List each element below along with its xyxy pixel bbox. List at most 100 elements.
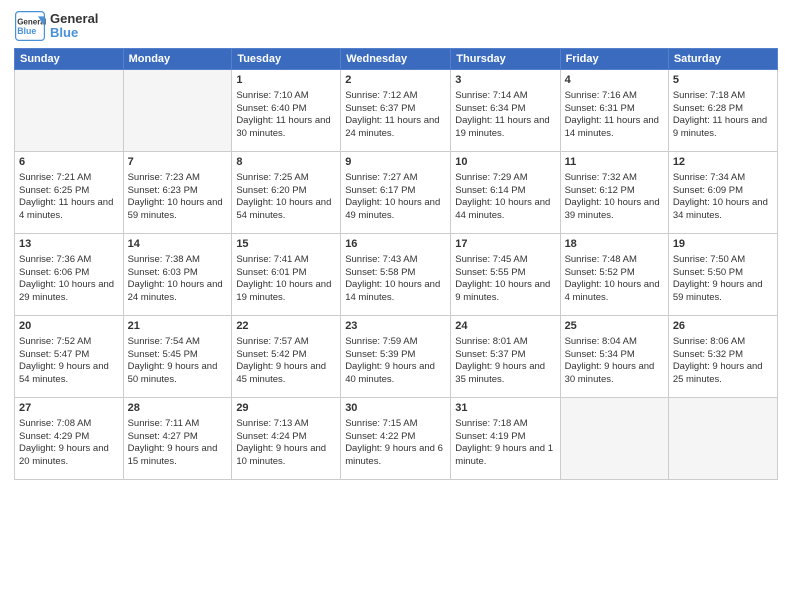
day-cell	[560, 398, 668, 480]
day-number: 26	[673, 319, 773, 334]
day-cell: 6Sunrise: 7:21 AMSunset: 6:25 PMDaylight…	[15, 152, 124, 234]
cell-text: Sunrise: 7:10 AM	[236, 90, 336, 103]
cell-text: Daylight: 11 hours and 9 minutes.	[673, 115, 773, 141]
cell-text: Sunset: 5:39 PM	[345, 349, 446, 362]
cell-text: Sunset: 6:28 PM	[673, 103, 773, 116]
day-cell: 11Sunrise: 7:32 AMSunset: 6:12 PMDayligh…	[560, 152, 668, 234]
cell-text: Daylight: 9 hours and 45 minutes.	[236, 361, 336, 387]
weekday-header-friday: Friday	[560, 49, 668, 70]
day-number: 25	[565, 319, 664, 334]
cell-text: Sunrise: 7:45 AM	[455, 254, 555, 267]
cell-text: Sunrise: 7:25 AM	[236, 172, 336, 185]
cell-text: Sunset: 5:50 PM	[673, 267, 773, 280]
cell-text: Sunrise: 7:18 AM	[673, 90, 773, 103]
day-cell: 13Sunrise: 7:36 AMSunset: 6:06 PMDayligh…	[15, 234, 124, 316]
day-cell: 2Sunrise: 7:12 AMSunset: 6:37 PMDaylight…	[341, 70, 451, 152]
weekday-header-thursday: Thursday	[451, 49, 560, 70]
day-cell: 7Sunrise: 7:23 AMSunset: 6:23 PMDaylight…	[123, 152, 232, 234]
day-number: 24	[455, 319, 555, 334]
weekday-header-wednesday: Wednesday	[341, 49, 451, 70]
day-number: 4	[565, 73, 664, 88]
day-number: 20	[19, 319, 119, 334]
cell-text: Sunrise: 7:23 AM	[128, 172, 228, 185]
day-cell: 27Sunrise: 7:08 AMSunset: 4:29 PMDayligh…	[15, 398, 124, 480]
day-cell: 8Sunrise: 7:25 AMSunset: 6:20 PMDaylight…	[232, 152, 341, 234]
cell-text: Sunrise: 8:01 AM	[455, 336, 555, 349]
cell-text: Daylight: 10 hours and 44 minutes.	[455, 197, 555, 223]
cell-text: Sunset: 6:23 PM	[128, 185, 228, 198]
day-cell	[668, 398, 777, 480]
cell-text: Daylight: 9 hours and 20 minutes.	[19, 443, 119, 469]
cell-text: Daylight: 10 hours and 14 minutes.	[345, 279, 446, 305]
cell-text: Sunset: 5:45 PM	[128, 349, 228, 362]
day-number: 18	[565, 237, 664, 252]
cell-text: Daylight: 9 hours and 35 minutes.	[455, 361, 555, 387]
cell-text: Sunrise: 7:48 AM	[565, 254, 664, 267]
day-number: 31	[455, 401, 555, 416]
cell-text: Daylight: 11 hours and 14 minutes.	[565, 115, 664, 141]
day-number: 27	[19, 401, 119, 416]
cell-text: Sunset: 6:31 PM	[565, 103, 664, 116]
cell-text: Daylight: 9 hours and 25 minutes.	[673, 361, 773, 387]
day-cell: 21Sunrise: 7:54 AMSunset: 5:45 PMDayligh…	[123, 316, 232, 398]
day-cell: 18Sunrise: 7:48 AMSunset: 5:52 PMDayligh…	[560, 234, 668, 316]
cell-text: Sunrise: 7:50 AM	[673, 254, 773, 267]
cell-text: Daylight: 10 hours and 29 minutes.	[19, 279, 119, 305]
day-number: 8	[236, 155, 336, 170]
week-row-5: 27Sunrise: 7:08 AMSunset: 4:29 PMDayligh…	[15, 398, 778, 480]
day-cell: 12Sunrise: 7:34 AMSunset: 6:09 PMDayligh…	[668, 152, 777, 234]
day-number: 1	[236, 73, 336, 88]
cell-text: Sunrise: 8:04 AM	[565, 336, 664, 349]
cell-text: Sunset: 6:12 PM	[565, 185, 664, 198]
svg-text:Blue: Blue	[17, 26, 36, 36]
cell-text: Sunset: 4:19 PM	[455, 431, 555, 444]
day-cell: 16 Sunrise: 7:43 AMSunset: 5:58 PMDayligh…	[341, 234, 451, 316]
cell-text: Daylight: 9 hours and 6 minutes.	[345, 443, 446, 469]
day-cell: 10Sunrise: 7:29 AMSunset: 6:14 PMDayligh…	[451, 152, 560, 234]
cell-text: Daylight: 9 hours and 54 minutes.	[19, 361, 119, 387]
day-cell: 15Sunrise: 7:41 AMSunset: 6:01 PMDayligh…	[232, 234, 341, 316]
cell-text: Sunset: 5:58 PM	[345, 267, 446, 280]
day-number: 14	[128, 237, 228, 252]
day-number: 15	[236, 237, 336, 252]
day-cell: 29Sunrise: 7:13 AMSunset: 4:24 PMDayligh…	[232, 398, 341, 480]
day-cell: 5Sunrise: 7:18 AMSunset: 6:28 PMDaylight…	[668, 70, 777, 152]
day-cell: 19Sunrise: 7:50 AMSunset: 5:50 PMDayligh…	[668, 234, 777, 316]
cell-text: Sunrise: 7:32 AM	[565, 172, 664, 185]
day-number: 22	[236, 319, 336, 334]
cell-text: Sunrise: 7:43 AM	[345, 254, 446, 267]
day-cell: 24Sunrise: 8:01 AMSunset: 5:37 PMDayligh…	[451, 316, 560, 398]
cell-text: Sunrise: 7:41 AM	[236, 254, 336, 267]
logo: General Blue GeneralBlue	[14, 10, 98, 42]
calendar-table: SundayMondayTuesdayWednesdayThursdayFrid…	[14, 48, 778, 480]
logo-icon: General Blue	[14, 10, 46, 42]
day-cell: 25Sunrise: 8:04 AMSunset: 5:34 PMDayligh…	[560, 316, 668, 398]
cell-text: Daylight: 10 hours and 34 minutes.	[673, 197, 773, 223]
cell-text: Sunrise: 7:14 AM	[455, 90, 555, 103]
week-row-3: 13Sunrise: 7:36 AMSunset: 6:06 PMDayligh…	[15, 234, 778, 316]
cell-text: Daylight: 10 hours and 24 minutes.	[128, 279, 228, 305]
day-number: 21	[128, 319, 228, 334]
cell-text: Daylight: 9 hours and 59 minutes.	[673, 279, 773, 305]
cell-text: Daylight: 11 hours and 19 minutes.	[455, 115, 555, 141]
cell-text: Daylight: 11 hours and 24 minutes.	[345, 115, 446, 141]
weekday-header-tuesday: Tuesday	[232, 49, 341, 70]
day-cell: 28Sunrise: 7:11 AMSunset: 4:27 PMDayligh…	[123, 398, 232, 480]
cell-text: Sunset: 5:55 PM	[455, 267, 555, 280]
day-number: 29	[236, 401, 336, 416]
cell-text: Daylight: 9 hours and 50 minutes.	[128, 361, 228, 387]
day-cell: 31Sunrise: 7:18 AMSunset: 4:19 PMDayligh…	[451, 398, 560, 480]
cell-text: Sunrise: 8:06 AM	[673, 336, 773, 349]
cell-text: Sunrise: 7:18 AM	[455, 418, 555, 431]
day-cell	[123, 70, 232, 152]
day-number: 30	[345, 401, 446, 416]
day-cell: 3Sunrise: 7:14 AMSunset: 6:34 PMDaylight…	[451, 70, 560, 152]
day-cell: 4Sunrise: 7:16 AMSunset: 6:31 PMDaylight…	[560, 70, 668, 152]
week-row-1: 1Sunrise: 7:10 AMSunset: 6:40 PMDaylight…	[15, 70, 778, 152]
day-number: 28	[128, 401, 228, 416]
cell-text: Daylight: 9 hours and 30 minutes.	[565, 361, 664, 387]
day-number: 6	[19, 155, 119, 170]
day-number: 16	[345, 237, 446, 252]
cell-text: Sunset: 6:17 PM	[345, 185, 446, 198]
cell-text: Daylight: 9 hours and 40 minutes.	[345, 361, 446, 387]
